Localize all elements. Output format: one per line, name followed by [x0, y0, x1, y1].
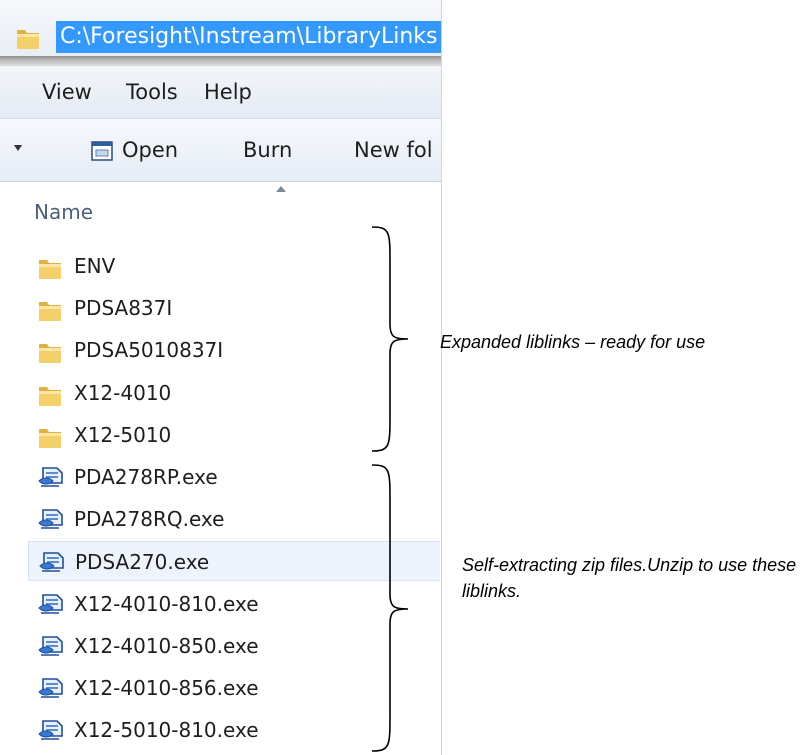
- self-extracting-exe-icon: [38, 635, 64, 662]
- folder-icon: [38, 298, 62, 326]
- item-name: PDSA837I: [74, 296, 173, 321]
- annotation-expanded: Expanded liblinks – ready for use: [440, 332, 706, 352]
- folder-icon: [38, 383, 62, 411]
- item-name: PDSA270.exe: [75, 550, 210, 575]
- open-button[interactable]: Open: [122, 138, 178, 162]
- toolbar-dropdown-arrow-icon[interactable]: [14, 145, 22, 151]
- item-name: X12-4010-810.exe: [74, 591, 259, 616]
- item-name: X12-5010-810.exe: [74, 718, 259, 743]
- brace-zips: [371, 464, 409, 752]
- self-extracting-exe-icon: [38, 467, 64, 493]
- menu-help[interactable]: Help: [204, 80, 252, 104]
- command-toolbar: Open Burn New fol: [0, 119, 441, 182]
- item-name: X12-4010-856.exe: [74, 676, 259, 700]
- item-name: ENV: [74, 254, 116, 278]
- open-window-icon: [91, 140, 113, 166]
- menu-bar: View Tools Help: [0, 66, 441, 119]
- new-folder-button[interactable]: New fol: [354, 138, 433, 162]
- menu-tools[interactable]: Tools: [126, 80, 178, 104]
- folder-icon: [38, 256, 62, 284]
- annotation-zips: Self-extracting zip files.Unzip to use t…: [462, 555, 797, 601]
- folder-icon: [16, 26, 40, 54]
- self-extracting-exe-icon: [38, 593, 64, 620]
- item-name: X12-5010: [74, 422, 172, 447]
- self-extracting-exe-icon: [38, 678, 64, 704]
- item-name: PDSA5010837I: [74, 338, 224, 363]
- self-extracting-exe-icon: [38, 720, 64, 746]
- brace-expanded: [371, 226, 409, 452]
- item-name: PDA278RP.exe: [74, 465, 218, 489]
- column-header-name[interactable]: Name: [34, 200, 93, 224]
- menu-view[interactable]: View: [42, 80, 92, 104]
- burn-button[interactable]: Burn: [243, 138, 292, 162]
- item-name: PDA278RQ.exe: [74, 507, 225, 532]
- self-extracting-exe-icon: [39, 552, 65, 578]
- item-name: X12-4010: [74, 380, 172, 405]
- address-separator: [0, 56, 441, 66]
- address-bar[interactable]: C:\Foresight\Instream\LibraryLinks: [0, 0, 441, 56]
- address-path[interactable]: C:\Foresight\Instream\LibraryLinks: [56, 21, 441, 53]
- self-extracting-exe-icon: [38, 509, 64, 535]
- folder-icon: [38, 340, 62, 368]
- folder-icon: [38, 425, 62, 453]
- sort-ascending-icon: [276, 186, 286, 192]
- item-name: X12-4010-850.exe: [74, 633, 259, 658]
